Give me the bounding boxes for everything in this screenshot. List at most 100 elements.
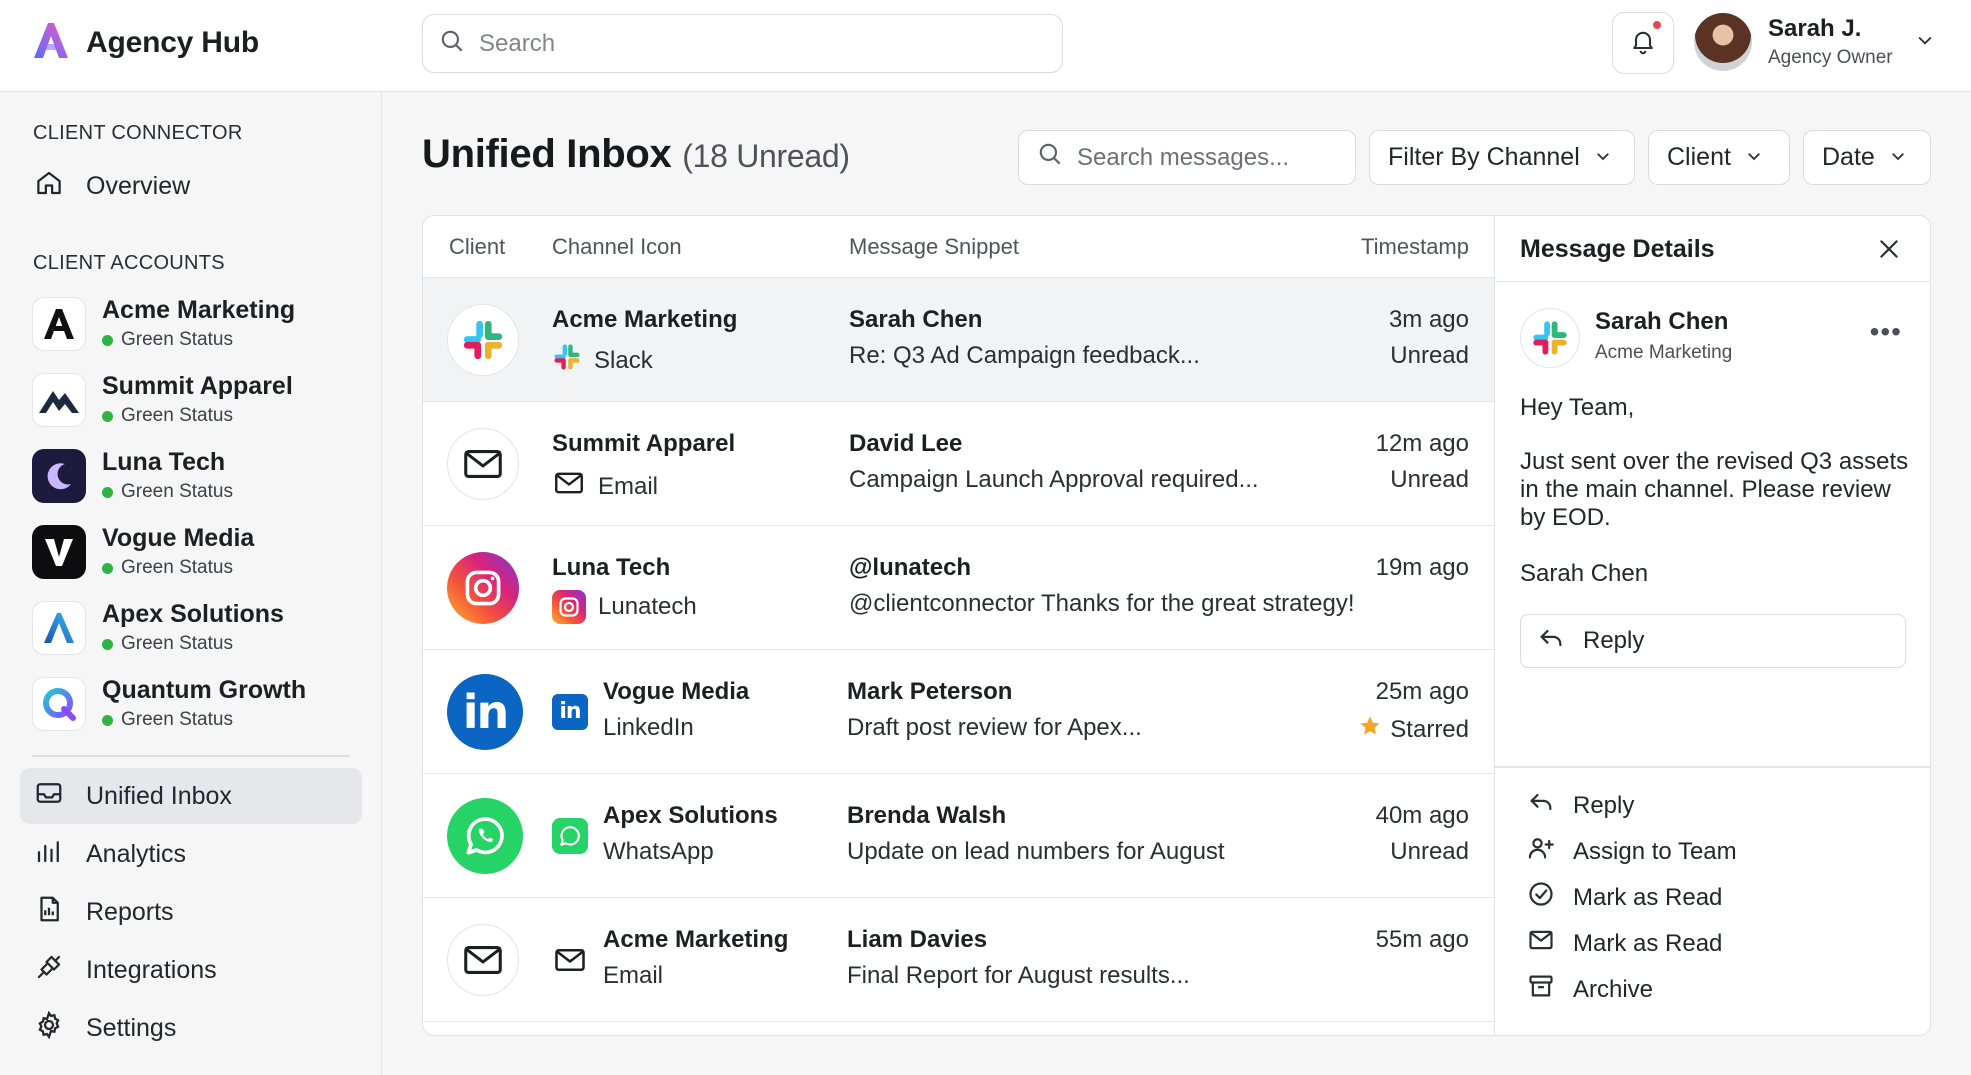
action-archive[interactable]: Archive	[1527, 972, 1653, 1007]
row-channel: WhatsApp	[603, 838, 714, 866]
column-header-channel[interactable]: Channel Icon	[552, 234, 682, 260]
message-search[interactable]	[1018, 130, 1356, 185]
row-channel-label: Slack	[594, 346, 653, 374]
sidebar-item-settings[interactable]: Settings	[20, 1000, 362, 1056]
column-header-snippet[interactable]: Message Snippet	[849, 234, 1019, 260]
message-search-input[interactable]	[1077, 143, 1347, 172]
reports-icon	[34, 894, 64, 931]
action-mark-read-mail[interactable]: Mark as Read	[1527, 926, 1722, 961]
whatsapp-icon	[447, 798, 523, 874]
row-channel: Email	[552, 466, 658, 507]
client-account-quantum[interactable]: Quantum Growth Green Status	[32, 676, 306, 731]
chevron-down-icon	[1594, 143, 1612, 172]
client-status-text: Green Status	[121, 633, 233, 654]
row-status: Starred	[1358, 714, 1469, 745]
slack-icon	[447, 304, 519, 376]
column-header-client[interactable]: Client	[449, 234, 505, 260]
column-header-timestamp[interactable]: Timestamp	[1361, 234, 1469, 260]
close-icon[interactable]	[1876, 236, 1902, 267]
client-name: Luna Tech	[102, 448, 226, 476]
mail-icon	[447, 924, 519, 996]
sidebar-item-overview[interactable]: Overview	[20, 158, 362, 214]
global-search[interactable]	[422, 14, 1063, 73]
sidebar-item-analytics[interactable]: Analytics	[20, 826, 362, 882]
user-menu[interactable]: Sarah J. Agency Owner	[1694, 13, 1935, 71]
search-icon	[1037, 141, 1063, 174]
details-signature: Sarah Chen	[1520, 560, 1649, 587]
row-client: Luna Tech	[552, 554, 671, 581]
row-channel: Email	[603, 962, 663, 990]
status-dot	[102, 638, 113, 650]
reply-button[interactable]: Reply	[1520, 614, 1906, 668]
row-channel-label: Email	[603, 962, 664, 989]
brand[interactable]: Agency Hub	[30, 20, 259, 65]
filter-date-dropdown[interactable]: Date	[1803, 130, 1931, 185]
row-snippet: Draft post review for Apex...	[847, 714, 1142, 741]
row-channel-label: Lunatech	[598, 593, 697, 620]
action-reply[interactable]: Reply	[1527, 788, 1634, 823]
sidebar-item-reports[interactable]: Reports	[20, 884, 362, 940]
client-name: Quantum Growth	[102, 676, 307, 704]
avatar	[1694, 13, 1752, 71]
table-row[interactable]: Apex Solutions WhatsApp Brenda Walsh Upd…	[423, 774, 1495, 898]
mail-icon	[447, 428, 519, 500]
client-account-vogue[interactable]: Vogue Media Green Status	[32, 524, 254, 579]
row-channel: Lunatech	[552, 590, 697, 624]
message-table: Client Channel Icon Message Snippet Time…	[422, 215, 1495, 1036]
details-sender-client: Acme Marketing	[1595, 342, 1733, 363]
apex-logo-icon	[32, 600, 86, 655]
app-name: Agency Hub	[86, 25, 260, 59]
client-status-text: Green Status	[121, 329, 233, 350]
row-channel: Slack	[552, 342, 653, 379]
table-row[interactable]: Acme Marketing Email Liam Davies Final R…	[423, 898, 1495, 1022]
global-search-input[interactable]	[479, 29, 1039, 58]
assign-team-icon	[1527, 834, 1555, 869]
sidebar: CLIENT CONNECTOR Overview CLIENT ACCOUNT…	[0, 92, 382, 1075]
client-name: Acme Marketing	[102, 296, 296, 324]
client-name: Summit Apparel	[102, 372, 293, 400]
client-status-text: Green Status	[121, 709, 233, 730]
status-dot	[102, 562, 113, 574]
notifications-button[interactable]	[1612, 12, 1674, 74]
row-status-label: Starred	[1390, 715, 1469, 743]
client-account-luna[interactable]: Luna Tech Green Status	[32, 448, 233, 503]
action-mark-read[interactable]: Mark as Read	[1527, 880, 1722, 915]
details-greeting: Hey Team,	[1520, 394, 1635, 421]
row-timestamp: 12m ago	[1375, 430, 1469, 457]
sidebar-item-label: Integrations	[86, 955, 217, 984]
client-status-text: Green Status	[121, 405, 233, 426]
more-options-icon[interactable]: •••	[1870, 316, 1902, 348]
sidebar-item-integrations[interactable]: Integrations	[20, 942, 362, 998]
v-logo-icon	[32, 524, 86, 579]
client-status: Green Status	[102, 557, 254, 579]
section-heading-connector: CLIENT CONNECTOR	[33, 122, 243, 144]
acme-logo-icon	[32, 296, 86, 351]
client-status: Green Status	[102, 405, 293, 427]
client-account-acme[interactable]: Acme Marketing Green Status	[32, 296, 295, 351]
client-account-apex[interactable]: Apex Solutions Green Status	[32, 600, 284, 655]
table-row[interactable]: in in Vogue Media LinkedIn Mark Peterson…	[423, 650, 1495, 774]
client-status: Green Status	[102, 633, 284, 655]
row-timestamp: 40m ago	[1375, 802, 1469, 829]
sidebar-item-unified-inbox[interactable]: Unified Inbox	[20, 768, 362, 824]
home-icon	[34, 168, 64, 205]
client-account-summit[interactable]: Summit Apparel Green Status	[32, 372, 293, 427]
action-label: Assign to Team	[1573, 837, 1737, 865]
status-dot	[102, 714, 113, 726]
row-snippet: @clientconnector Thanks for the great st…	[849, 590, 1355, 617]
action-label: Mark as Read	[1573, 929, 1723, 957]
filter-client-label: Client	[1667, 143, 1731, 171]
star-icon[interactable]	[1358, 714, 1382, 745]
table-row[interactable]: Summit Apparel Email David Lee Campaign …	[423, 402, 1495, 526]
row-timestamp: 55m ago	[1375, 926, 1469, 953]
row-channel-label: Email	[598, 472, 659, 500]
filter-channel-dropdown[interactable]: Filter By Channel	[1369, 130, 1635, 185]
mail-check-icon	[1527, 926, 1555, 961]
table-row[interactable]: Luna Tech Lunatech @lunatech @clientconn…	[423, 526, 1495, 650]
notification-dot	[1651, 19, 1663, 31]
filter-client-dropdown[interactable]: Client	[1648, 130, 1790, 185]
slack-icon	[552, 342, 582, 379]
inbox-icon	[34, 778, 64, 815]
action-assign-team[interactable]: Assign to Team	[1527, 834, 1737, 869]
table-row[interactable]: Acme Marketing Slack Sarah Chen Re: Q3 A…	[423, 278, 1495, 402]
